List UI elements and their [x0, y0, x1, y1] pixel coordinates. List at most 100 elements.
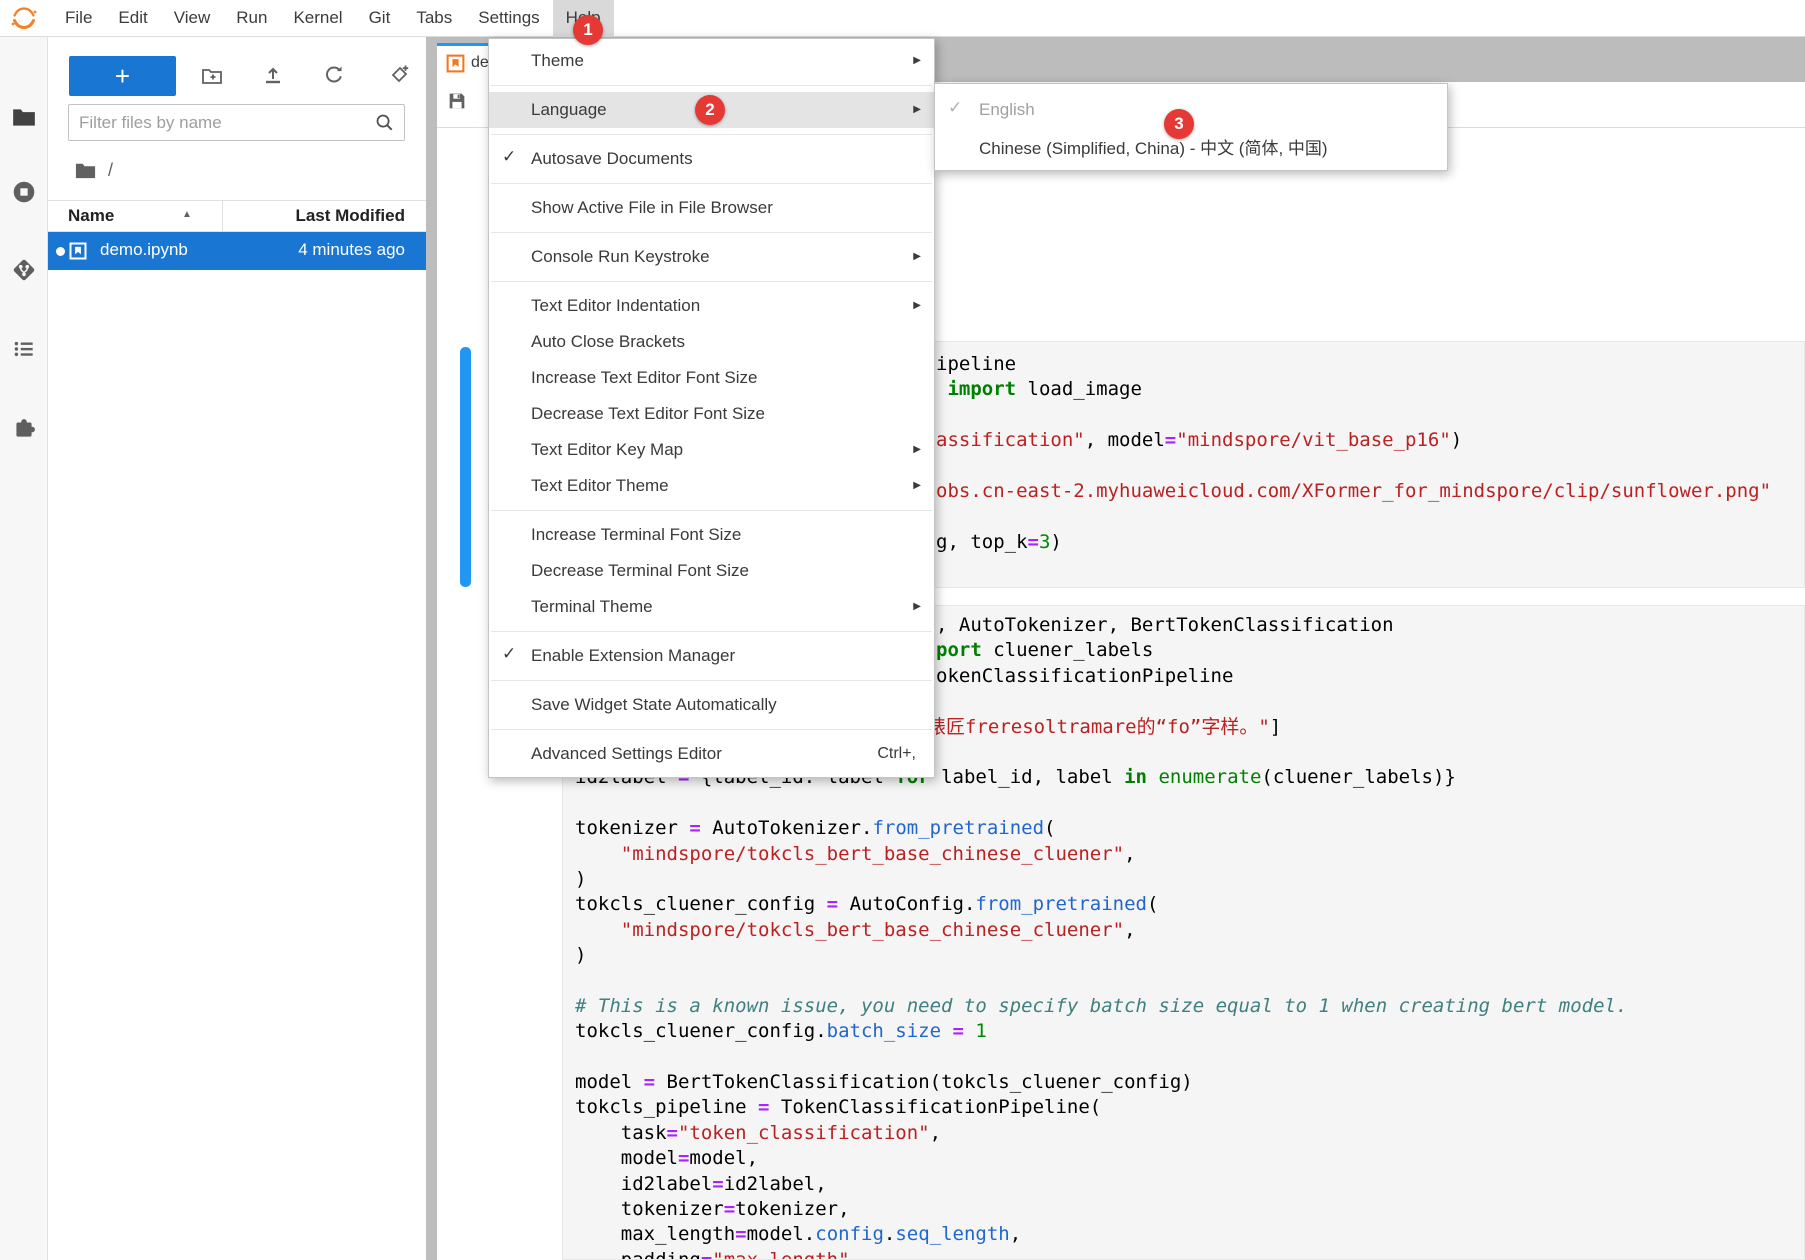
- menubar-item-settings[interactable]: Settings: [465, 0, 553, 36]
- code-line: ipeline: [936, 353, 1017, 375]
- sort-asc-icon[interactable]: ▲: [182, 209, 192, 220]
- code-line: okenClassificationPipeline: [936, 664, 1234, 687]
- menu-item-text-editor-theme[interactable]: Text Editor Theme ▶: [489, 468, 934, 504]
- code-line: padding="max_length",: [575, 1248, 862, 1260]
- code-line: obs.cn-east-2.myhuaweicloud.com/XFormer_…: [936, 479, 1772, 502]
- new-folder-icon[interactable]: [200, 64, 224, 88]
- filter-files-box: [68, 104, 405, 141]
- step-badge-2: 2: [695, 95, 725, 125]
- code-line: tokcls_cluener_config.batch_size = 1: [575, 1020, 987, 1043]
- menu-item-decrease-text-editor-font-size[interactable]: Decrease Text Editor Font Size: [489, 396, 934, 432]
- code-line: g, top_k=3): [936, 530, 1062, 553]
- menu-item-increase-terminal-font-size[interactable]: Increase Terminal Font Size: [489, 517, 934, 553]
- submenu-arrow-icon: ▶: [913, 251, 921, 262]
- menu-item-terminal-theme[interactable]: Terminal Theme ▶: [489, 589, 934, 625]
- code-line: port cluener_labels: [936, 639, 1154, 662]
- menu-item-label: Text Editor Key Map: [531, 440, 684, 459]
- menu-separator: [491, 134, 932, 135]
- submenu-arrow-icon: ▶: [913, 300, 921, 311]
- menubar-item-file[interactable]: File: [52, 0, 105, 36]
- column-header-modified[interactable]: Last Modified: [295, 206, 405, 226]
- menu-item-text-editor-key-map[interactable]: Text Editor Key Map ▶: [489, 432, 934, 468]
- menu-item-label: Auto Close Brackets: [531, 332, 686, 351]
- active-cell-collapser[interactable]: [460, 347, 471, 587]
- checkmark-icon: ✓: [948, 98, 963, 117]
- menu-item-enable-extension-manager[interactable]: ✓ Enable Extension Manager: [489, 638, 934, 674]
- menu-separator: [491, 281, 932, 282]
- file-browser-icon[interactable]: [11, 104, 37, 130]
- menu-item-increase-text-editor-font-size[interactable]: Increase Text Editor Font Size: [489, 360, 934, 396]
- step-badge-3: 3: [1164, 109, 1194, 139]
- file-row-demo-ipynb[interactable]: demo.ipynb 4 minutes ago: [48, 232, 426, 270]
- code-line: 裱匠freresoltramare的“fo”字样。"]: [927, 715, 1282, 738]
- submenu-arrow-icon: ▶: [913, 444, 921, 455]
- clone-repo-icon[interactable]: [388, 61, 412, 85]
- step-badge-1: 1: [573, 15, 603, 45]
- language-option-chinese-simplified-china[interactable]: Chinese (Simplified, China) - 中文 (简体, 中国…: [935, 128, 1447, 164]
- file-name: demo.ipynb: [100, 240, 188, 259]
- code-line: "mindspore/tokcls_bert_base_chinese_clue…: [620, 918, 1136, 941]
- extensions-puzzle-icon[interactable]: [11, 416, 37, 442]
- property-list-icon[interactable]: [11, 336, 37, 362]
- code-line: tokcls_cluener_config = AutoConfig.from_…: [575, 893, 1159, 916]
- code-line: task="token_classification",: [575, 1121, 942, 1144]
- menu-item-label: Increase Terminal Font Size: [531, 525, 742, 544]
- language-option-label: English: [979, 100, 1035, 119]
- menu-separator: [491, 85, 932, 86]
- menubar-item-kernel[interactable]: Kernel: [280, 0, 355, 36]
- code-line: model=model,: [575, 1147, 759, 1170]
- code-line: max_length=model.config.seq_length,: [575, 1223, 1022, 1246]
- panel-splitter[interactable]: [426, 37, 437, 1260]
- code-line: "mindspore/tokcls_bert_base_chinese_clue…: [620, 842, 1136, 865]
- menu-separator: [491, 680, 932, 681]
- new-launcher-button[interactable]: +: [69, 56, 176, 96]
- code-line: , AutoTokenizer, BertTokenClassification: [936, 614, 1394, 636]
- breadcrumb-home-folder-icon[interactable]: [74, 159, 97, 182]
- checkmark-icon: ✓: [502, 147, 517, 166]
- menu-item-auto-close-brackets[interactable]: Auto Close Brackets: [489, 324, 934, 360]
- menu-item-label: Decrease Text Editor Font Size: [531, 404, 766, 423]
- code-line: ): [575, 944, 587, 967]
- menu-item-label: Show Active File in File Browser: [531, 198, 773, 217]
- code-line: ): [575, 867, 587, 890]
- column-header-name[interactable]: Name: [68, 206, 114, 226]
- menu-shortcut: Ctrl+,: [877, 745, 916, 762]
- menu-item-save-widget-state-automatically[interactable]: Save Widget State Automatically: [489, 687, 934, 723]
- menubar-item-tabs[interactable]: Tabs: [403, 0, 465, 36]
- menu-item-label: Save Widget State Automatically: [531, 695, 777, 714]
- menu-item-autosave-documents[interactable]: ✓ Autosave Documents: [489, 141, 934, 177]
- menu-item-label: Terminal Theme: [531, 597, 653, 616]
- refresh-icon[interactable]: [322, 63, 346, 87]
- running-kernels-icon[interactable]: [11, 179, 37, 205]
- menubar-item-run[interactable]: Run: [223, 0, 280, 36]
- menu-item-advanced-settings-editor[interactable]: Advanced Settings Editor Ctrl+,: [489, 736, 934, 772]
- language-option-label: Chinese (Simplified, China) - 中文 (简体, 中国…: [979, 138, 1328, 158]
- menu-item-show-active-file-in-file-browser[interactable]: Show Active File in File Browser: [489, 190, 934, 226]
- menubar-item-view[interactable]: View: [161, 0, 224, 36]
- unsaved-dot: [56, 247, 65, 256]
- checkmark-icon: ✓: [502, 644, 517, 663]
- menu-item-console-run-keystroke[interactable]: Console Run Keystroke ▶: [489, 239, 934, 275]
- save-icon[interactable]: [446, 90, 468, 112]
- menu-item-text-editor-indentation[interactable]: Text Editor Indentation ▶: [489, 288, 934, 324]
- search-icon: [376, 114, 393, 131]
- menubar-item-git[interactable]: Git: [356, 0, 404, 36]
- menubar-item-edit[interactable]: Edit: [105, 0, 160, 36]
- menu-item-label: Enable Extension Manager: [531, 646, 736, 665]
- menu-separator: [491, 232, 932, 233]
- app-logo: [11, 7, 37, 30]
- git-icon[interactable]: [11, 257, 37, 283]
- menu-separator: [491, 183, 932, 184]
- settings-dropdown-menu: Theme ▶ Language ▶ ✓ Autosave Documents Show A…: [488, 38, 935, 778]
- filter-files-input[interactable]: [79, 105, 369, 140]
- menu-item-decrease-terminal-font-size[interactable]: Decrease Terminal Font Size: [489, 553, 934, 589]
- menu-item-label: Increase Text Editor Font Size: [531, 368, 758, 387]
- menu-item-theme[interactable]: Theme ▶: [489, 43, 934, 79]
- file-browser-panel: + / Name ▲ Last Modified demo.ipynb 4 min…: [48, 37, 426, 1260]
- menu-separator: [491, 631, 932, 632]
- upload-icon[interactable]: [261, 63, 285, 87]
